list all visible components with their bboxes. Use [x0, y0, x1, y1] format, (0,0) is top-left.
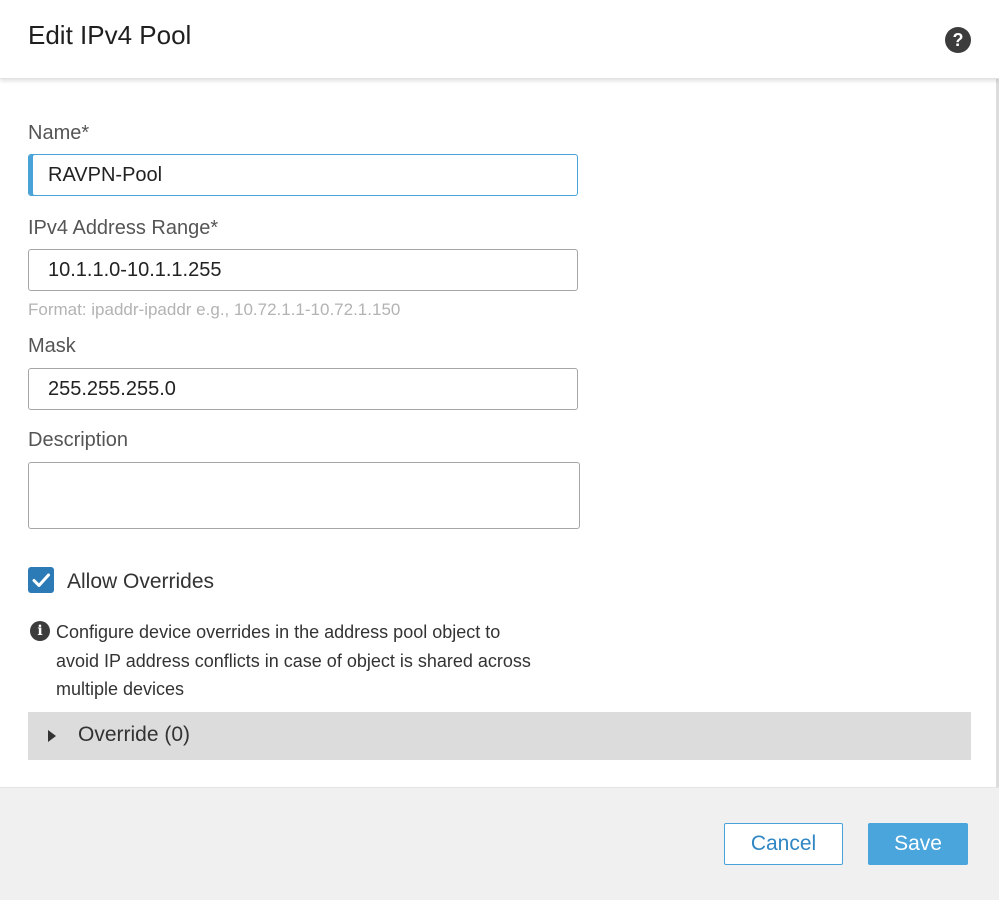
checkmark-icon — [32, 573, 50, 587]
info-text-line-3: multiple devices — [56, 679, 185, 699]
name-field[interactable] — [28, 154, 578, 196]
info-circle-icon: i — [30, 621, 50, 641]
info-text-line-1: Configure device overrides in the addres… — [56, 622, 501, 642]
mask-label: Mask — [28, 335, 76, 357]
description-label: Description — [28, 429, 129, 451]
name-label: Name* — [28, 122, 90, 144]
cancel-button[interactable]: Cancel — [724, 823, 843, 865]
info-text-line-2: avoid IP address conflicts in case of ob… — [56, 651, 531, 671]
allow-overrides-checkbox[interactable] — [28, 567, 54, 593]
allow-overrides-label: Allow Overrides — [67, 570, 215, 593]
caret-right-icon — [48, 730, 56, 742]
ipv4-range-label: IPv4 Address Range* — [28, 217, 219, 239]
mask-field[interactable] — [28, 368, 578, 410]
ipv4-range-field[interactable] — [28, 249, 578, 291]
question-circle-icon[interactable]: ? — [945, 27, 971, 53]
override-section-toggle[interactable]: Override (0) — [28, 712, 971, 760]
dialog-header: Edit IPv4 Pool ? — [0, 0, 999, 79]
description-field[interactable] — [28, 462, 580, 529]
ipv4-range-hint: Format: ipaddr-ipaddr e.g., 10.72.1.1-10… — [28, 300, 401, 319]
dialog-title: Edit IPv4 Pool — [28, 20, 192, 50]
save-button[interactable]: Save — [868, 823, 968, 865]
edit-ipv4-pool-dialog: Edit IPv4 Pool ? Name* IPv4 Address Rang… — [0, 0, 999, 900]
dialog-footer: Cancel Save — [0, 787, 999, 900]
override-section-label: Override (0) — [78, 723, 191, 746]
